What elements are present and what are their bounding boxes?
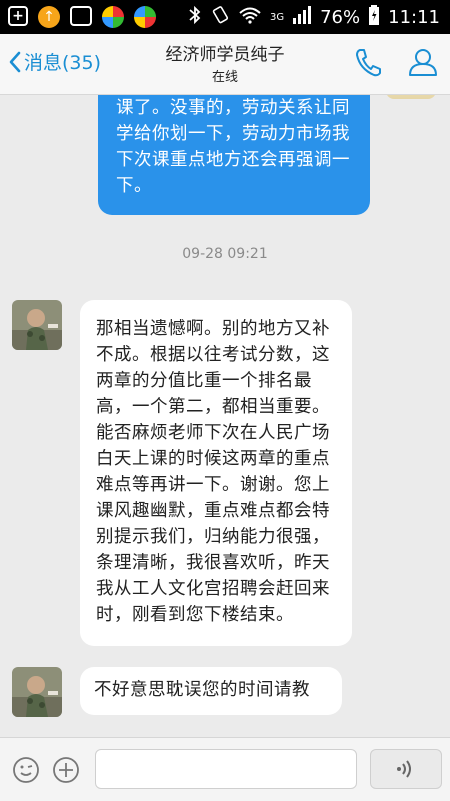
voice-icon	[397, 760, 411, 778]
user-icon	[409, 49, 437, 76]
received-message-text-2: 不好意思耽误您的时间请教	[94, 680, 310, 700]
image-notification-icon	[70, 6, 92, 26]
contact-avatar-2[interactable]	[12, 667, 62, 717]
plus-circle-icon	[53, 757, 79, 783]
bluetooth-icon	[188, 5, 202, 30]
received-message-bubble[interactable]: 那相当遗憾啊。别的地方又补不成。根据以往考试分数，这两章的分值比重一个排名最高，…	[80, 300, 352, 646]
more-options-button[interactable]	[52, 756, 80, 788]
message-input[interactable]	[95, 749, 357, 789]
phone-icon	[356, 49, 381, 77]
system-status: 3G 76% 11:11	[188, 5, 440, 30]
emoji-icon	[13, 757, 39, 783]
input-bar	[0, 737, 450, 801]
sent-message-bubble[interactable]: 课了。没事的，劳动关系让同学给你划一下，劳动力市场我下次课重点地方还会再强调一下…	[98, 95, 370, 215]
phone-call-button[interactable]	[354, 47, 382, 81]
chat-header: 消息(35) 经济师学员纯子 在线	[0, 34, 450, 95]
notification-icons: + ↑	[8, 6, 156, 28]
network-type: 3G	[269, 12, 285, 23]
profile-button[interactable]	[408, 47, 438, 81]
upload-app-icon: ↑	[38, 6, 60, 28]
app-notification-icon-2	[134, 6, 156, 28]
received-message-text: 那相当遗憾啊。别的地方又补不成。根据以往考试分数，这两章的分值比重一个排名最高，…	[96, 319, 330, 625]
chat-area[interactable]: 课了。没事的，劳动关系让同学给你划一下，劳动力市场我下次课重点地方还会再强调一下…	[0, 95, 450, 737]
battery-icon	[368, 5, 380, 30]
battery-level: 76%	[320, 7, 361, 28]
contact-avatar[interactable]	[12, 300, 62, 350]
add-notification-icon: +	[8, 6, 28, 26]
sent-message-text: 课了。没事的，劳动关系让同学给你划一下，劳动力市场我下次课重点地方还会再强调一下…	[116, 98, 350, 196]
app-notification-icon	[102, 6, 124, 28]
received-message-bubble-2[interactable]: 不好意思耽误您的时间请教	[80, 667, 342, 715]
emoji-button[interactable]	[12, 756, 40, 788]
voice-button[interactable]	[370, 749, 442, 789]
message-timestamp: 09-28 09:21	[182, 246, 268, 262]
my-avatar-partial	[386, 95, 436, 99]
status-bar: + ↑ 3G 76% 11:11	[0, 0, 450, 34]
rotation-icon	[210, 5, 230, 30]
signal-icon	[292, 6, 312, 29]
wifi-icon	[238, 6, 262, 29]
clock: 11:11	[388, 7, 440, 28]
